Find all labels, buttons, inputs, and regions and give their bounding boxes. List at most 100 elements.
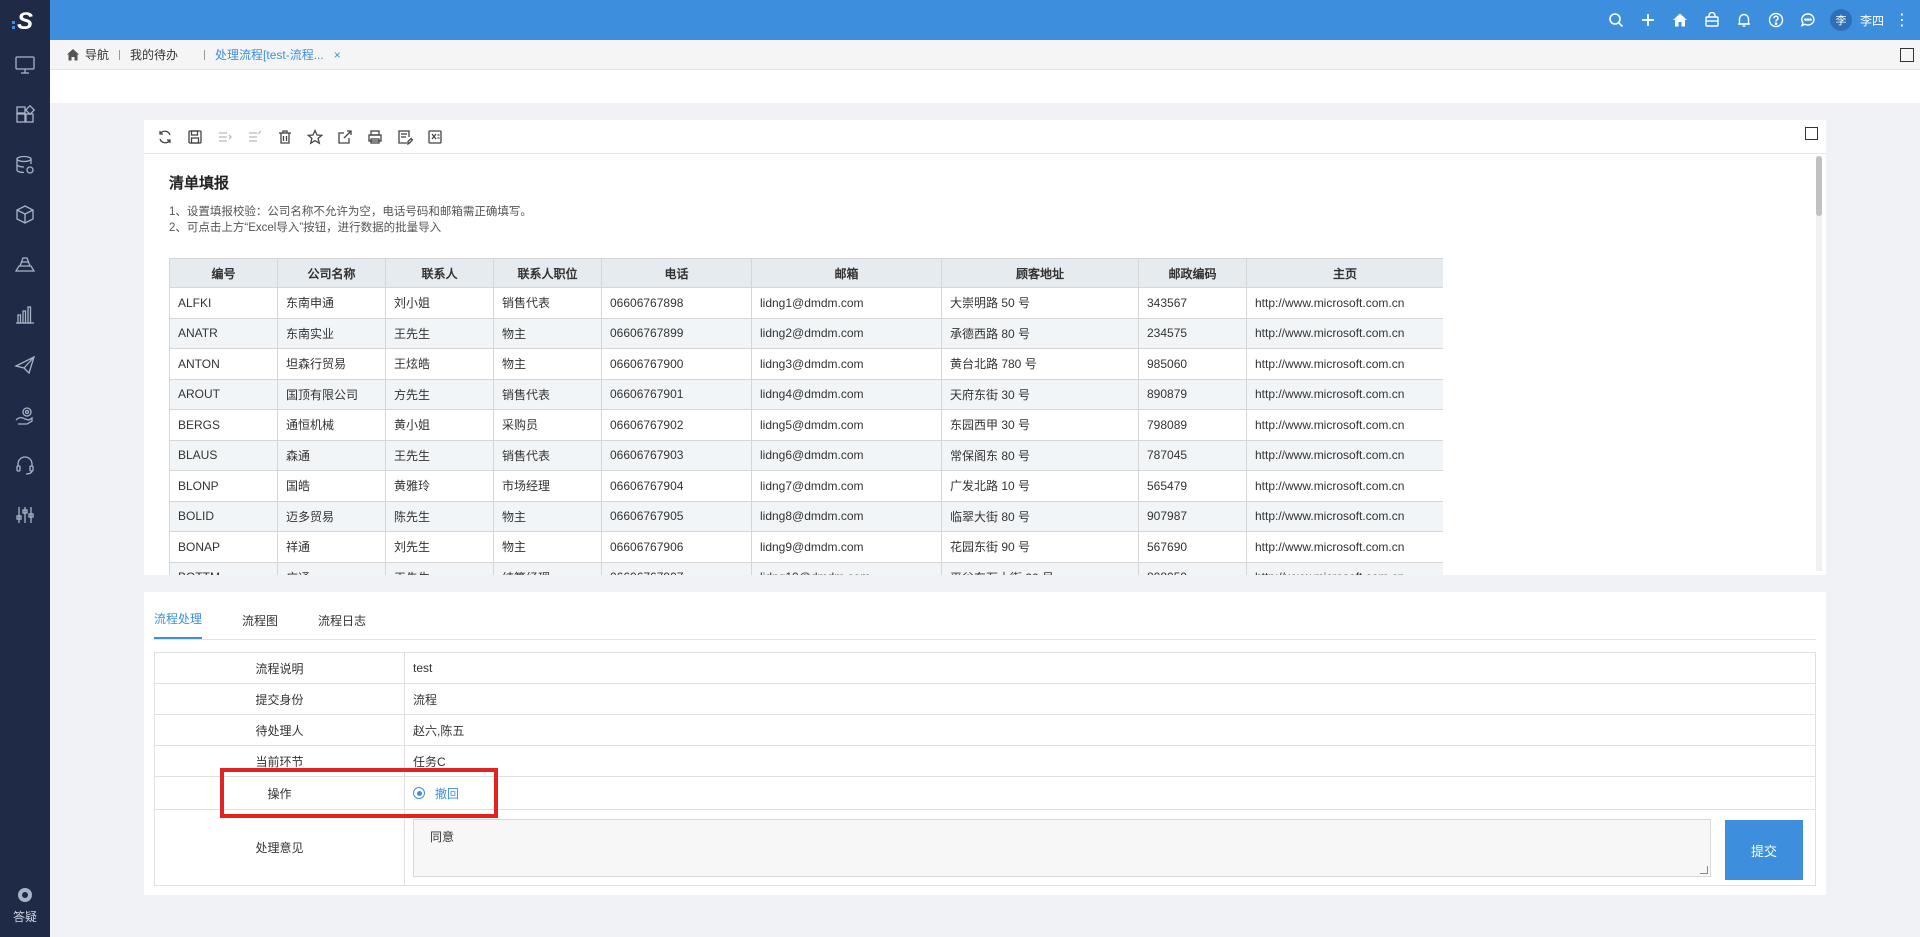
table-cell[interactable]: 平谷东石大街 20 号 <box>941 561 1139 575</box>
table-cell[interactable]: AROUT <box>169 378 278 410</box>
tab-nav[interactable]: 导航 <box>50 40 119 70</box>
table-cell[interactable]: 陈先生 <box>385 500 494 532</box>
table-cell[interactable]: 东园西甲 30 号 <box>941 409 1139 441</box>
table-cell[interactable]: 343567 <box>1138 287 1247 319</box>
table-cell[interactable]: 物主 <box>493 500 602 532</box>
help-icon[interactable] <box>1760 0 1792 40</box>
table-cell[interactable]: 06606767905 <box>601 500 752 532</box>
table-cell[interactable]: 06606767907 <box>601 561 752 575</box>
table-cell[interactable]: lidng7@dmdm.com <box>751 470 942 502</box>
table-cell[interactable]: 结算经理 <box>493 561 602 575</box>
sidebar-item-settings[interactable] <box>0 390 50 440</box>
table-cell[interactable]: 方先生 <box>385 378 494 410</box>
table-cell[interactable]: 06606767901 <box>601 378 752 410</box>
table-cell[interactable]: lidng4@dmdm.com <box>751 378 942 410</box>
table-cell[interactable]: http://www.microsoft.com.cn <box>1246 317 1443 349</box>
table-cell[interactable]: 采购员 <box>493 409 602 441</box>
user-avatar[interactable]: 李 <box>1829 9 1852 31</box>
table-cell[interactable]: 808059 <box>1138 561 1247 575</box>
table-cell[interactable]: http://www.microsoft.com.cn <box>1246 287 1443 319</box>
table-cell[interactable]: 王先生 <box>385 439 494 471</box>
table-cell[interactable]: lidng1@dmdm.com <box>751 287 942 319</box>
username[interactable]: 李四 <box>1860 12 1884 29</box>
table-cell[interactable]: lidng5@dmdm.com <box>751 409 942 441</box>
table-cell[interactable]: 刘小姐 <box>385 287 494 319</box>
excel-import-button[interactable] <box>420 120 450 154</box>
table-cell[interactable]: 565479 <box>1138 470 1247 502</box>
delete-button[interactable] <box>270 120 300 154</box>
import-button[interactable] <box>210 120 240 154</box>
sidebar-item-cube[interactable] <box>0 190 50 240</box>
table-cell[interactable]: 985060 <box>1138 348 1247 380</box>
table-cell[interactable]: 黄小姐 <box>385 409 494 441</box>
sidebar-item-tools[interactable] <box>0 490 50 540</box>
export-button[interactable] <box>240 120 270 154</box>
table-cell[interactable]: 890879 <box>1138 378 1247 410</box>
table-cell[interactable]: 销售代表 <box>493 287 602 319</box>
table-cell[interactable]: 物主 <box>493 531 602 563</box>
table-cell[interactable]: BERGS <box>169 409 278 441</box>
table-cell[interactable]: 907987 <box>1138 500 1247 532</box>
close-icon[interactable]: × <box>334 48 341 62</box>
table-cell[interactable]: 06606767900 <box>601 348 752 380</box>
table-cell[interactable]: lidng8@dmdm.com <box>751 500 942 532</box>
table-cell[interactable]: 物主 <box>493 348 602 380</box>
table-cell[interactable]: 黄雅玲 <box>385 470 494 502</box>
favorite-button[interactable] <box>300 120 330 154</box>
table-cell[interactable]: 06606767899 <box>601 317 752 349</box>
table-cell[interactable]: BOTTM <box>169 561 278 575</box>
table-cell[interactable]: BONAP <box>169 531 278 563</box>
open-external-button[interactable] <box>330 120 360 154</box>
panel-maximize-icon[interactable] <box>1805 127 1818 140</box>
table-cell[interactable]: 06606767902 <box>601 409 752 441</box>
table-cell[interactable]: 市场经理 <box>493 470 602 502</box>
search-icon[interactable] <box>1600 0 1632 40</box>
table-cell[interactable]: 东南申通 <box>277 287 386 319</box>
table-cell[interactable]: lidng10@dmdm.com <box>751 561 942 575</box>
sidebar-item-service[interactable] <box>0 440 50 490</box>
table-cell[interactable]: 黄台北路 780 号 <box>941 348 1139 380</box>
table-cell[interactable]: BLONP <box>169 470 278 502</box>
tab-flow-diagram[interactable]: 流程图 <box>242 612 278 639</box>
table-cell[interactable]: 787045 <box>1138 439 1247 471</box>
table-cell[interactable]: lidng6@dmdm.com <box>751 439 942 471</box>
tab-flow-log[interactable]: 流程日志 <box>318 612 366 639</box>
table-cell[interactable]: 王先生 <box>385 561 494 575</box>
table-cell[interactable]: 广发北路 10 号 <box>941 470 1139 502</box>
submit-button[interactable]: 提交 <box>1725 820 1803 880</box>
table-cell[interactable]: 东南实业 <box>277 317 386 349</box>
table-cell[interactable]: BLAUS <box>169 439 278 471</box>
bag-icon[interactable] <box>1696 0 1728 40</box>
table-cell[interactable]: 国皓 <box>277 470 386 502</box>
table-cell[interactable]: http://www.microsoft.com.cn <box>1246 470 1443 502</box>
tab-todo[interactable]: 我的待办 <box>120 40 188 70</box>
table-cell[interactable]: 销售代表 <box>493 439 602 471</box>
table-cell[interactable]: lidng2@dmdm.com <box>751 317 942 349</box>
table-cell[interactable]: 06606767898 <box>601 287 752 319</box>
table-cell[interactable]: 567690 <box>1138 531 1247 563</box>
form-scrollbar[interactable] <box>1816 156 1822 571</box>
table-cell[interactable]: 王先生 <box>385 317 494 349</box>
refresh-button[interactable] <box>150 120 180 154</box>
table-cell[interactable]: 06606767904 <box>601 470 752 502</box>
table-cell[interactable]: 大崇明路 50 号 <box>941 287 1139 319</box>
tab-flow-process[interactable]: 流程处理 <box>154 610 203 639</box>
table-cell[interactable]: 承德西路 80 号 <box>941 317 1139 349</box>
sidebar-item-layers[interactable] <box>0 240 50 290</box>
table-cell[interactable]: 物主 <box>493 317 602 349</box>
save-button[interactable] <box>180 120 210 154</box>
table-cell[interactable]: http://www.microsoft.com.cn <box>1246 439 1443 471</box>
table-cell[interactable]: lidng3@dmdm.com <box>751 348 942 380</box>
table-cell[interactable]: 国顶有限公司 <box>277 378 386 410</box>
table-cell[interactable]: 祥通 <box>277 531 386 563</box>
table-cell[interactable]: 06606767906 <box>601 531 752 563</box>
more-menu-icon[interactable]: ⋮ <box>1894 10 1910 30</box>
sidebar-item-apps[interactable] <box>0 90 50 140</box>
table-cell[interactable]: http://www.microsoft.com.cn <box>1246 561 1443 575</box>
edit-doc-button[interactable] <box>390 120 420 154</box>
maximize-icon[interactable] <box>1900 48 1914 62</box>
opinion-textarea[interactable]: 同意 <box>413 818 1711 877</box>
table-cell[interactable]: 销售代表 <box>493 378 602 410</box>
table-cell[interactable]: ANATR <box>169 317 278 349</box>
table-cell[interactable]: 天府东街 30 号 <box>941 378 1139 410</box>
